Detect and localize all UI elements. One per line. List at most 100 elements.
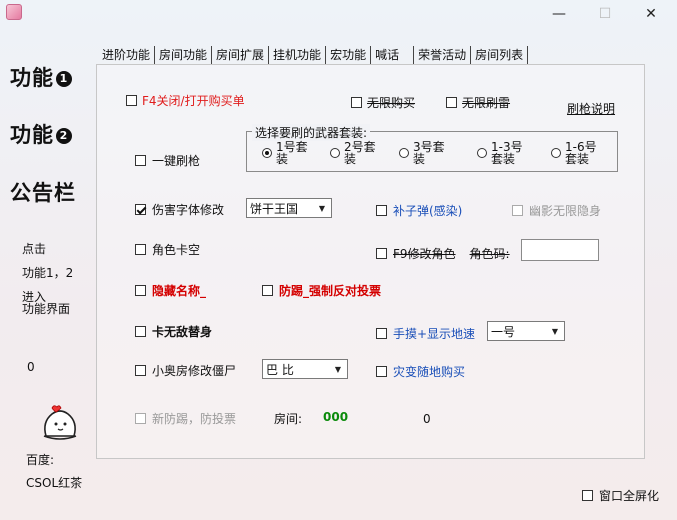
tab-strip: 进阶功能 房间功能 房间扩展 挂机功能 宏功能 喊话 荣誉活动 房间列表	[98, 44, 529, 64]
baidu-label: 百度:	[26, 453, 55, 467]
checkbox-box[interactable]	[376, 328, 387, 339]
damage-font-checkbox[interactable]: 伤害字体修改	[135, 201, 224, 218]
room-value: 000	[323, 410, 349, 424]
tab-room[interactable]: 房间功能	[155, 46, 213, 64]
small-room-value: 巴 比	[266, 362, 294, 377]
sidebar-feature2[interactable]: 功能 2	[10, 119, 72, 149]
one-click-refresh-label: 一键刷枪	[152, 154, 201, 168]
card-invincible-label: 卡无敌替身	[152, 325, 213, 339]
f4-toggle-checkbox[interactable]: F4关闭/打开购买单	[126, 92, 245, 109]
radio-button[interactable]	[399, 148, 409, 158]
feature2-badge: 2	[56, 128, 72, 144]
role-freeze-label: 角色卡空	[152, 243, 201, 257]
card-invincible-checkbox[interactable]: 卡无敌替身	[135, 323, 212, 340]
maximize-button[interactable]: ☐	[582, 0, 628, 28]
role-code-input[interactable]	[521, 239, 599, 261]
tab-honor[interactable]: 荣誉活动	[414, 46, 472, 64]
checkbox-box[interactable]	[582, 490, 593, 501]
checkbox-box[interactable]	[126, 95, 137, 106]
weapon-set-1-line2: 装	[276, 152, 289, 166]
weapon-set-4-line2: 套装	[491, 152, 516, 166]
chevron-down-icon: ▼	[334, 364, 342, 374]
weapon-set-radio-3[interactable]: 3号套装	[399, 141, 445, 165]
handcuff-speed-checkbox[interactable]: 手摸+显示地速	[376, 325, 475, 342]
tab-room-list[interactable]: 房间列表	[471, 46, 529, 64]
small-room-select[interactable]: 巴 比 ▼	[262, 359, 348, 379]
sidebar-counter: 0	[27, 360, 35, 374]
supplement-infect-checkbox[interactable]: 补子弹(感染)	[376, 202, 462, 219]
checkbox-box[interactable]	[376, 366, 387, 377]
sidebar-feature1[interactable]: 功能 1	[10, 62, 72, 92]
radio-button[interactable]	[262, 148, 272, 158]
fullscreen-label: 窗口全屏化	[599, 489, 660, 503]
checkbox-box[interactable]	[135, 285, 146, 296]
hide-name-label: 隐藏名称_	[152, 284, 207, 298]
checkbox-box[interactable]	[351, 97, 362, 108]
weapon-set-2-line2: 装	[344, 152, 357, 166]
ghost-invisible-checkbox: 幽影无限隐身	[512, 202, 601, 219]
damage-font-select[interactable]: 饼干王国 ▼	[246, 198, 332, 218]
fullscreen-checkbox[interactable]: 窗口全屏化	[582, 487, 659, 504]
handcuff-select[interactable]: 一号 ▼	[487, 321, 565, 341]
radio-button[interactable]	[551, 148, 561, 158]
disaster-buy-checkbox[interactable]: 灾变随地购买	[376, 363, 465, 380]
unlimited-grenade-checkbox[interactable]: 无限刷雷	[446, 94, 510, 111]
sidebar-notice-label: 公告栏	[10, 181, 76, 205]
weapon-set-3-line2: 装	[413, 152, 426, 166]
hint-line-2: 功能1，2	[22, 266, 74, 280]
checkbox-box[interactable]	[376, 205, 387, 216]
hide-name-checkbox[interactable]: 隐藏名称_	[135, 282, 206, 299]
tab-afk[interactable]: 挂机功能	[269, 46, 327, 64]
close-button[interactable]: ✕	[628, 0, 674, 28]
sidebar-notice[interactable]: 公告栏	[10, 177, 76, 207]
checkbox-box	[512, 205, 523, 216]
weapon-set-radio-5[interactable]: 1-6号 套装	[551, 141, 597, 165]
unlimited-buy-checkbox[interactable]: 无限购买	[351, 94, 415, 111]
minimize-icon: —	[552, 6, 566, 22]
small-room-checkbox[interactable]: 小奥房修改僵尸	[135, 362, 236, 379]
weapon-set-radio-4[interactable]: 1-3号 套装	[477, 141, 523, 165]
weapon-set-radio-2[interactable]: 2号套装	[330, 141, 376, 165]
maximize-icon: ☐	[598, 6, 612, 22]
checkbox-box[interactable]	[135, 365, 146, 376]
checkbox-box[interactable]	[262, 285, 273, 296]
tab-macro[interactable]: 宏功能	[326, 46, 372, 64]
radio-button[interactable]	[330, 148, 340, 158]
new-anti-kick-label: 新防踢，防投票	[152, 412, 237, 426]
sidebar-feature2-label: 功能	[10, 123, 54, 147]
f9-role-label: F9修改角色	[393, 247, 456, 261]
tab-advanced[interactable]: 进阶功能	[98, 46, 156, 64]
tab-shout[interactable]: 喊话	[371, 46, 415, 64]
checkbox-box[interactable]	[135, 244, 146, 255]
checkbox-box[interactable]	[135, 155, 146, 166]
unlimited-grenade-label: 无限刷雷	[462, 96, 511, 110]
room-count: 0	[423, 412, 431, 426]
tab-room-ext[interactable]: 房间扩展	[212, 46, 270, 64]
chevron-down-icon: ▼	[318, 203, 326, 213]
f4-toggle-label: F4关闭/打开购买单	[142, 94, 245, 108]
mascot-icon	[43, 405, 77, 440]
checkbox-box[interactable]	[376, 248, 387, 259]
supplement-infect-label: 补子弹(感染)	[393, 204, 463, 218]
one-click-refresh-checkbox[interactable]: 一键刷枪	[135, 152, 200, 169]
content-panel	[96, 64, 645, 459]
refresh-help-link[interactable]: 刷枪说明	[567, 100, 615, 117]
close-icon: ✕	[645, 6, 657, 22]
minimize-button[interactable]: —	[536, 0, 582, 28]
room-label: 房间:	[274, 412, 303, 426]
hint-line-4: 功能界面	[22, 302, 71, 316]
checkbox-box[interactable]	[446, 97, 457, 108]
damage-font-label: 伤害字体修改	[152, 203, 225, 217]
radio-button[interactable]	[477, 148, 487, 158]
checkbox-box[interactable]	[135, 326, 146, 337]
weapon-set-radio-1[interactable]: 1号套装	[262, 141, 308, 165]
baidu-value: CSOL红茶	[26, 476, 83, 490]
role-freeze-checkbox[interactable]: 角色卡空	[135, 241, 200, 258]
new-anti-kick-checkbox: 新防踢，防投票	[135, 410, 236, 427]
checkbox-box[interactable]	[135, 204, 146, 215]
f9-role-checkbox[interactable]: F9修改角色 角色码:	[376, 245, 510, 262]
small-room-label: 小奥房修改僵尸	[152, 364, 237, 378]
handcuff-value: 一号	[491, 324, 516, 339]
role-code-label: 角色码:	[469, 247, 510, 261]
anti-kick-checkbox[interactable]: 防踢_强制反对投票	[262, 282, 381, 299]
